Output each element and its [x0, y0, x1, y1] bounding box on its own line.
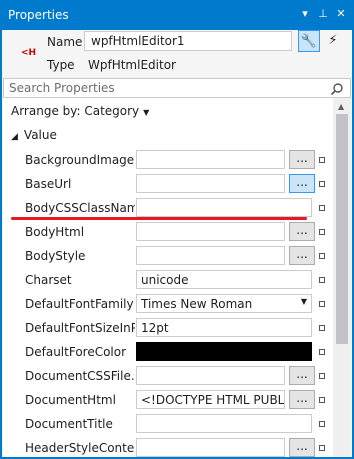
- property-marker-icon[interactable]: [319, 325, 325, 331]
- property-row-bodycssclassname: BodyCSSClassName: [3, 196, 333, 220]
- window-title: Properties: [8, 8, 69, 22]
- property-row-backgroundimage: BackgroundImage... ...: [3, 148, 333, 172]
- property-name: DocumentCSSFile...: [25, 369, 135, 383]
- property-name: DefaultForeColor: [25, 345, 127, 359]
- category-label: Value: [23, 128, 57, 142]
- property-name: BodyStyle: [25, 249, 86, 263]
- property-value[interactable]: unicode: [136, 270, 312, 289]
- category-header-value[interactable]: ◢ Value: [11, 128, 57, 142]
- property-name: Charset: [25, 273, 72, 287]
- property-name: BodyCSSClassName: [25, 201, 135, 215]
- property-value[interactable]: [136, 414, 312, 433]
- property-row-bodystyle: BodyStyle ...: [3, 244, 333, 268]
- type-label: Type: [47, 58, 75, 72]
- property-row-documenthtml: DocumentHtml <!DOCTYPE HTML PUBLIC ...: [3, 388, 333, 412]
- wrench-icon: 🔧: [300, 34, 318, 49]
- dropdown-icon[interactable]: ▾: [298, 7, 312, 21]
- arrange-by-label: Arrange by: Category: [11, 104, 140, 118]
- property-marker-icon[interactable]: [319, 181, 325, 187]
- property-value[interactable]: [136, 198, 312, 217]
- property-row-baseurl: BaseUrl ...: [3, 172, 333, 196]
- property-row-charset: Charset unicode: [3, 268, 333, 292]
- collapse-triangle-icon[interactable]: ◢: [11, 132, 18, 142]
- object-header: <H Name wpfHtmlEditor1 🔧 ⚡ Type WpfHtmlE…: [2, 30, 352, 78]
- property-row-headerstylecontent: HeaderStyleContent ...: [3, 436, 333, 457]
- name-field[interactable]: wpfHtmlEditor1: [84, 31, 292, 51]
- title-bar: Properties ▾ ⊥ ✕: [0, 0, 354, 30]
- property-marker-icon[interactable]: [319, 445, 325, 451]
- close-icon[interactable]: ✕: [334, 7, 348, 21]
- selected-font: Times New Roman: [141, 297, 253, 311]
- pin-icon[interactable]: ⊥: [316, 7, 330, 21]
- vertical-scrollbar[interactable]: ▲: [333, 98, 351, 457]
- property-marker-icon[interactable]: [319, 421, 325, 427]
- property-marker-icon[interactable]: [319, 301, 325, 307]
- chevron-down-icon[interactable]: ▼: [301, 297, 307, 306]
- properties-window: Properties ▾ ⊥ ✕ <H Name wpfHtmlEditor1 …: [0, 0, 354, 459]
- ellipsis-button[interactable]: ...: [289, 366, 315, 385]
- events-view-button[interactable]: ⚡: [322, 30, 344, 52]
- lightning-icon: ⚡: [328, 33, 338, 48]
- property-marker-icon[interactable]: [319, 229, 325, 235]
- property-row-bodyhtml: BodyHtml ...: [3, 220, 333, 244]
- search-box[interactable]: Search Properties: [3, 78, 351, 98]
- arrange-by-dropdown[interactable]: Arrange by: Category ▼: [11, 104, 149, 118]
- property-name: DocumentTitle: [25, 417, 113, 431]
- ellipsis-button[interactable]: ...: [289, 150, 315, 169]
- property-marker-icon[interactable]: [319, 349, 325, 355]
- property-value[interactable]: 12pt: [136, 318, 312, 337]
- property-name: DefaultFontSizeInPt: [25, 321, 135, 335]
- scrollbar-thumb[interactable]: [336, 114, 348, 344]
- property-row-documenttitle: DocumentTitle: [3, 412, 333, 436]
- html-editor-icon: <H: [12, 38, 42, 68]
- properties-panel: <H Name wpfHtmlEditor1 🔧 ⚡ Type WpfHtmlE…: [2, 30, 352, 457]
- chevron-down-icon: ▼: [143, 108, 150, 117]
- property-name: BaseUrl: [25, 177, 72, 191]
- ellipsis-button[interactable]: ...: [289, 174, 315, 193]
- property-grid: Arrange by: Category ▼ ◢ Value BackgroundI…: [3, 98, 333, 457]
- property-marker-icon[interactable]: [319, 205, 325, 211]
- property-value[interactable]: [136, 366, 285, 385]
- property-marker-icon[interactable]: [319, 373, 325, 379]
- properties-view-button[interactable]: 🔧: [298, 30, 320, 52]
- ellipsis-button[interactable]: ...: [289, 390, 315, 409]
- ellipsis-button[interactable]: ...: [289, 246, 315, 265]
- property-value[interactable]: <!DOCTYPE HTML PUBLIC: [136, 390, 285, 409]
- property-row-defaultfontfamily: DefaultFontFamily Times New Roman ▼: [3, 292, 333, 316]
- type-value: WpfHtmlEditor: [88, 58, 176, 72]
- property-marker-icon[interactable]: [319, 397, 325, 403]
- search-placeholder: Search Properties: [9, 81, 115, 95]
- search-icon[interactable]: [330, 82, 344, 96]
- property-value[interactable]: [136, 174, 285, 193]
- property-value[interactable]: [136, 222, 285, 241]
- property-marker-icon[interactable]: [319, 253, 325, 259]
- ellipsis-button[interactable]: ...: [289, 222, 315, 241]
- property-row-defaultforecolor: DefaultForeColor: [3, 340, 333, 364]
- ellipsis-button[interactable]: ...: [289, 438, 315, 457]
- property-row-defaultfontsizeinpt: DefaultFontSizeInPt 12pt: [3, 316, 333, 340]
- property-marker-icon[interactable]: [319, 277, 325, 283]
- property-value[interactable]: [136, 438, 285, 457]
- property-name: BodyHtml: [25, 225, 85, 239]
- property-name: HeaderStyleContent: [25, 441, 135, 455]
- property-row-documentcssfile: DocumentCSSFile... ...: [3, 364, 333, 388]
- name-label: Name: [47, 35, 83, 49]
- property-name: BackgroundImage...: [25, 153, 135, 167]
- html-editor-icon-text: <H: [21, 48, 37, 58]
- property-name: DefaultFontFamily: [25, 297, 134, 311]
- font-family-select[interactable]: Times New Roman ▼: [136, 294, 312, 313]
- scroll-up-icon[interactable]: ▲: [338, 102, 344, 111]
- property-name: DocumentHtml: [25, 393, 116, 407]
- property-value[interactable]: [136, 246, 285, 265]
- property-marker-icon[interactable]: [319, 157, 325, 163]
- color-swatch[interactable]: [136, 342, 312, 361]
- property-value[interactable]: [136, 150, 285, 169]
